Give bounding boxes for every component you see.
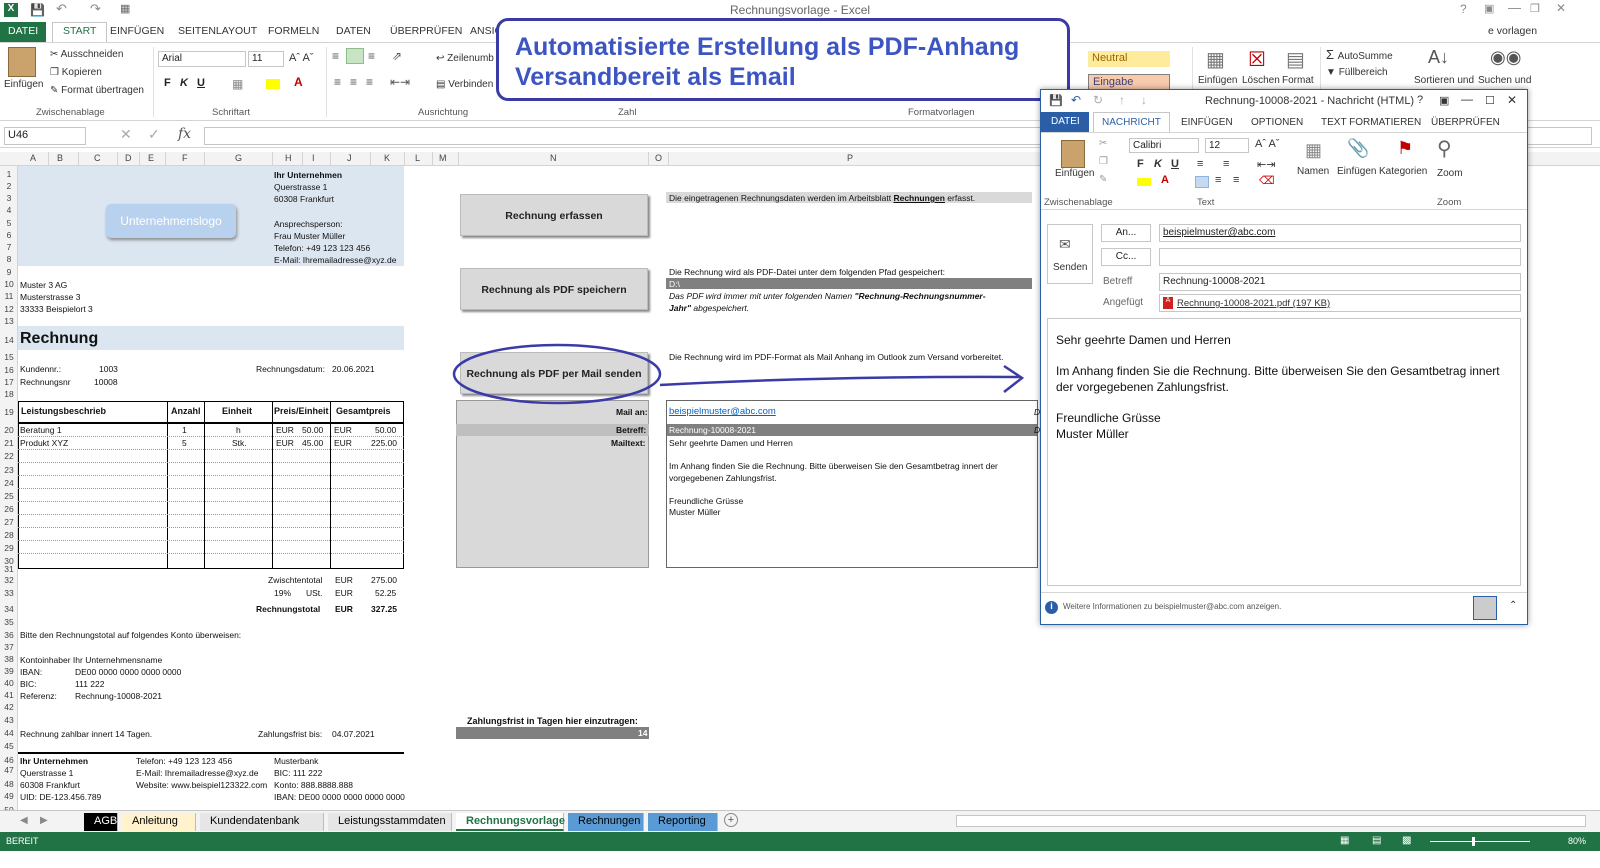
collapse-people-icon[interactable]: ⌃	[1509, 600, 1517, 611]
outlook-indent-icon[interactable]: ⇤⇥	[1257, 158, 1275, 171]
outlook-italic-button[interactable]: K	[1154, 158, 1162, 170]
body-line-1: Im Anhang finden Sie die Rechnung. Bitte…	[1056, 364, 1500, 378]
outlook-close-icon[interactable]: ✕	[1507, 93, 1517, 107]
body-closing: Freundliche Grüsse	[1056, 411, 1161, 425]
down-arrow-icon[interactable]: ↓	[1141, 93, 1147, 107]
outlook-group-clipboard: Zwischenablage	[1044, 197, 1113, 208]
zoom-slider-thumb[interactable]	[1472, 837, 1475, 846]
add-sheet-icon[interactable]: +	[724, 813, 738, 827]
zoom-icon[interactable]: ⚲	[1437, 136, 1452, 161]
outlook-cut-icon[interactable]: ✂	[1099, 138, 1107, 149]
sheet-tab-anleitung[interactable]: Anleitung	[122, 813, 196, 831]
outlook-tab-text-formatieren[interactable]: TEXT FORMATIEREN	[1321, 117, 1421, 128]
send-label: Senden	[1053, 262, 1088, 273]
sheet-tab-agb[interactable]: AGB	[84, 813, 118, 831]
body-greeting: Sehr geehrte Damen und Herren	[1056, 333, 1231, 347]
cc-field[interactable]	[1159, 248, 1521, 266]
outlook-ribbon-options-icon[interactable]: ▣	[1439, 94, 1449, 107]
outlook-underline-button[interactable]: U	[1171, 158, 1179, 170]
outlook-grow-font-icon[interactable]: Aˆ Aˇ	[1255, 138, 1279, 150]
outlook-paste-label[interactable]: Einfügen	[1055, 168, 1094, 179]
sheet-tab-kundendatenbank[interactable]: Kundendatenbank	[200, 813, 324, 831]
outlook-undo-icon[interactable]: ↶	[1071, 93, 1081, 107]
outlook-copy-icon[interactable]: ❐	[1099, 156, 1108, 167]
attached-label: Angefügt	[1103, 297, 1144, 308]
outlook-align-center-icon[interactable]: ≡	[1215, 174, 1221, 186]
to-button[interactable]: An...	[1101, 224, 1151, 242]
outlook-redo-icon[interactable]: ↻	[1093, 93, 1103, 107]
page-layout-icon[interactable]: ▤	[1372, 835, 1381, 846]
sheet-tab-leistungsstammdaten[interactable]: Leistungsstammdaten	[328, 813, 452, 831]
cc-button[interactable]: Cc...	[1101, 248, 1151, 266]
horizontal-scrollbar[interactable]	[956, 815, 1586, 827]
arrow-head	[1003, 364, 1025, 393]
outlook-highlight-icon[interactable]	[1137, 178, 1151, 186]
subject-label: Betreff	[1103, 276, 1133, 287]
outlook-message-window: 💾 ↶ ↻ ↑ ↓ Rechnung-10008-2021 - Nachrich…	[1040, 89, 1528, 625]
outlook-brush-icon[interactable]: ✎	[1099, 174, 1107, 185]
tab-scroll-right-icon[interactable]: ▶	[40, 815, 48, 826]
feature-callout: Automatisierte Erstellung als PDF-Anhang…	[496, 18, 1070, 101]
sheet-tab-rechnungsvorlage[interactable]: Rechnungsvorlage	[456, 813, 565, 831]
page-break-icon[interactable]: ▩	[1402, 835, 1411, 846]
attachment-link[interactable]: Rechnung-10008-2021.pdf (197 KB)	[1177, 298, 1330, 309]
person-avatar[interactable]	[1473, 596, 1497, 620]
outlook-tab-ueberpruefen[interactable]: ÜBERPRÜFEN	[1431, 117, 1500, 128]
outlook-size-select[interactable]: 12	[1205, 138, 1249, 153]
sheet-tab-reporting[interactable]: Reporting	[648, 813, 718, 831]
highlight-ellipse	[452, 343, 662, 405]
zoom-slider[interactable]	[1430, 841, 1530, 842]
outlook-tab-nachricht[interactable]: NACHRICHT	[1093, 112, 1170, 133]
outlook-tab-optionen[interactable]: OPTIONEN	[1251, 117, 1303, 128]
outlook-help-icon[interactable]: ?	[1417, 94, 1423, 106]
outlook-minimize-icon[interactable]: —	[1461, 92, 1473, 106]
callout-line-2: Versandbereit als Email	[515, 63, 796, 91]
outlook-window-title: Rechnung-10008-2021 - Nachricht (HTML)	[1205, 95, 1415, 107]
outlook-font-select[interactable]: Calibri	[1129, 138, 1199, 153]
status-ready: BEREIT	[6, 836, 39, 846]
zoom-level: 80%	[1568, 836, 1587, 846]
excel-window: X 💾 ↶ ↷ ▦ Rechnungsvorlage - Excel ? ▣ —…	[0, 0, 1600, 868]
normal-view-icon[interactable]: ▦	[1340, 835, 1349, 846]
flag-icon[interactable]: ⚑	[1397, 138, 1413, 159]
info-icon: i	[1045, 601, 1058, 614]
outlook-names-label[interactable]: Namen	[1297, 166, 1329, 177]
people-info-link[interactable]: Weitere Informationen zu beispielmuster@…	[1063, 602, 1281, 611]
outlook-bullets-icon[interactable]: ≡	[1197, 158, 1203, 170]
to-field[interactable]: beispielmuster@abc.com	[1159, 224, 1521, 242]
sheet-tabs-bar: ◀ ▶ AGB Anleitung Kundendatenbank Leistungs…	[0, 810, 1600, 832]
status-bar: BEREIT ▦ ▤ ▩ 80%	[0, 832, 1600, 851]
outlook-align-right-icon[interactable]: ≡	[1233, 174, 1239, 186]
outlook-clear-format-icon[interactable]: ⌫	[1259, 174, 1275, 187]
outlook-bold-button[interactable]: F	[1137, 158, 1144, 170]
body-line-2: der vorgegebenen Zahlungsfrist.	[1056, 380, 1229, 394]
tab-scroll-left-icon[interactable]: ◀	[20, 815, 28, 826]
outlook-categories-label[interactable]: Kategorien	[1379, 166, 1427, 177]
outlook-tab-datei[interactable]: DATEI	[1041, 112, 1089, 132]
outlook-group-text: Text	[1197, 197, 1215, 208]
outlook-maximize-icon[interactable]: ☐	[1485, 94, 1495, 107]
address-book-icon[interactable]: ▦	[1305, 140, 1322, 161]
body-signature: Muster Müller	[1056, 427, 1129, 441]
callout-line-1: Automatisierte Erstellung als PDF-Anhang	[515, 33, 1020, 61]
send-button[interactable]	[1047, 224, 1093, 284]
people-pane-divider	[1041, 592, 1527, 593]
attach-icon[interactable]: 📎	[1347, 138, 1369, 159]
arrow-line	[659, 375, 1021, 387]
outlook-paste-icon[interactable]	[1061, 140, 1085, 168]
outlook-tab-einfuegen[interactable]: EINFÜGEN	[1181, 117, 1233, 128]
send-icon: ✉	[1059, 236, 1071, 252]
sheet-tab-rechnungen[interactable]: Rechnungen	[568, 813, 644, 831]
outlook-save-icon[interactable]: 💾	[1049, 94, 1063, 107]
outlook-font-color-icon[interactable]: A	[1161, 174, 1169, 186]
outlook-insert-label[interactable]: Einfügen	[1337, 166, 1376, 177]
message-body[interactable]	[1047, 318, 1521, 586]
outlook-numbering-icon[interactable]: ≡	[1223, 158, 1229, 170]
subject-field[interactable]: Rechnung-10008-2021	[1159, 273, 1521, 291]
up-arrow-icon[interactable]: ↑	[1119, 93, 1125, 107]
outlook-group-zoom: Zoom	[1437, 197, 1462, 208]
outlook-align-left-icon[interactable]	[1195, 176, 1209, 188]
pdf-icon: A	[1163, 297, 1173, 309]
outlook-zoom-label[interactable]: Zoom	[1437, 168, 1463, 179]
